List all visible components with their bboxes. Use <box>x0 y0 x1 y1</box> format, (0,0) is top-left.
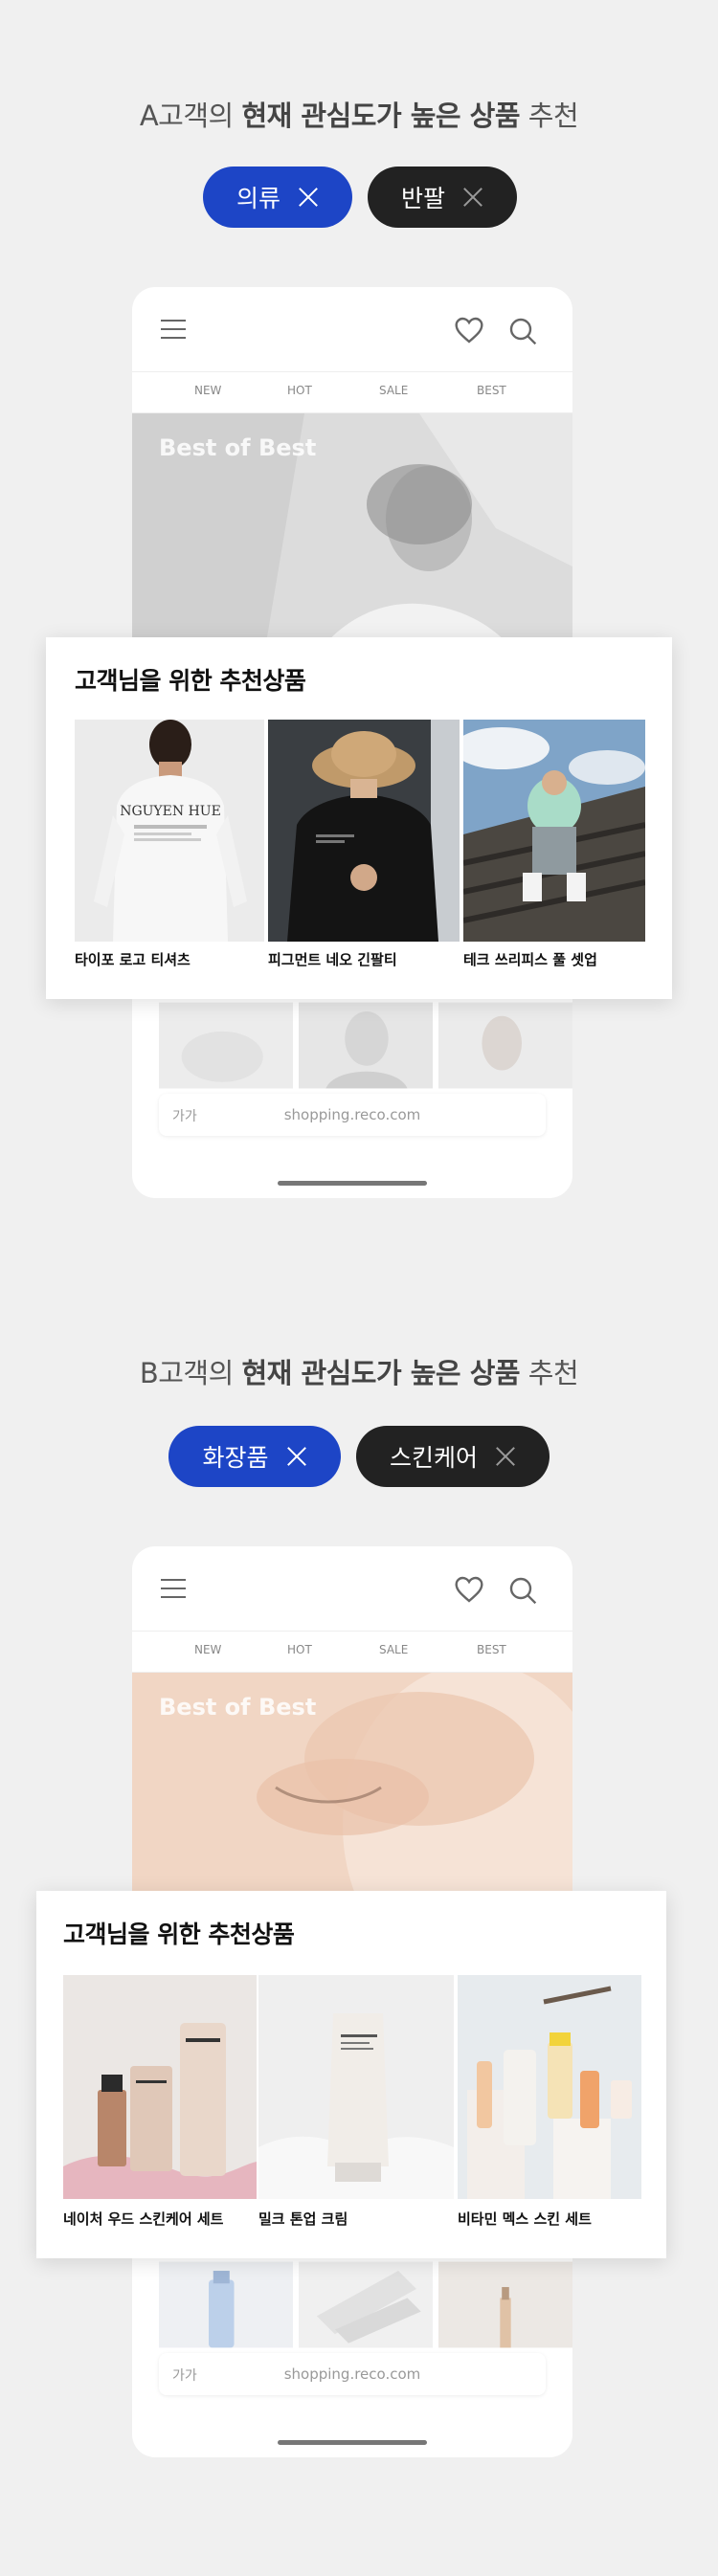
heart-icon[interactable] <box>454 316 484 344</box>
menu-icon[interactable] <box>161 320 186 339</box>
svg-text:NGUYEN HUE: NGUYEN HUE <box>120 804 221 819</box>
filter-chip-short-sleeve[interactable]: 반팔 <box>368 167 517 228</box>
recommendation-title: 고객님을 위한 추천상품 <box>63 1921 295 1948</box>
filter-chip-cosmetics[interactable]: 화장품 <box>168 1426 341 1487</box>
recommendation-title: 고객님을 위한 추천상품 <box>75 667 306 695</box>
browser-address-bar[interactable]: 가가 shopping.reco.com <box>159 2353 546 2395</box>
product-image[interactable] <box>63 1975 257 2199</box>
product-name[interactable]: 타이포 로고 티셔츠 <box>75 949 191 969</box>
app-category-nav: NEW HOT SALE BEST <box>132 1631 572 1673</box>
nav-tab-hot[interactable]: HOT <box>287 1643 312 1656</box>
nav-tab-sale[interactable]: SALE <box>379 1643 408 1656</box>
heart-icon[interactable] <box>454 1575 484 1604</box>
nav-tab-sale[interactable]: SALE <box>379 384 408 397</box>
thumbnail-strip <box>159 1000 572 1091</box>
address-url: shopping.reco.com <box>283 2365 421 2383</box>
browser-address-bar[interactable]: 가가 shopping.reco.com <box>159 1094 546 1136</box>
nav-tab-new[interactable]: NEW <box>194 1643 221 1656</box>
section-headline: B고객의 현재 관심도가 높은 상품 추천 <box>139 1357 579 1389</box>
nav-tab-hot[interactable]: HOT <box>287 384 312 397</box>
search-icon[interactable] <box>507 316 538 346</box>
close-icon[interactable] <box>495 1446 516 1467</box>
home-indicator <box>278 2440 427 2445</box>
section-customer-b: B고객의 현재 관심도가 높은 상품 추천 화장품 스킨케어 NEW HOT S… <box>0 1259 718 2576</box>
nav-tab-best[interactable]: BEST <box>477 384 506 397</box>
filter-chip-skincare[interactable]: 스킨케어 <box>356 1426 550 1487</box>
recommendation-card: 고객님을 위한 추천상품 네이처 우드 스킨케어 세트 밀크 톤업 크림 비타민… <box>36 1891 666 2258</box>
product-card[interactable]: 테크 쓰리피스 풀 셋업 <box>463 720 645 978</box>
thumbnail-image[interactable] <box>438 1000 572 1091</box>
close-icon[interactable] <box>298 187 319 208</box>
product-name[interactable]: 밀크 톤업 크림 <box>258 2209 348 2229</box>
product-image[interactable] <box>463 720 645 942</box>
address-url: shopping.reco.com <box>283 1106 421 1123</box>
thumbnail-image[interactable] <box>438 2259 572 2350</box>
thumbnail-strip <box>159 2259 572 2350</box>
hero-title: Best of Best <box>159 434 317 461</box>
recommendation-card: 고객님을 위한 추천상품 NGUYEN HUE 타이포 로고 티셔츠 피그먼트 … <box>46 637 672 999</box>
product-image[interactable] <box>268 720 460 942</box>
thumbnail-image[interactable] <box>299 1000 433 1091</box>
thumbnail-image[interactable] <box>159 1000 293 1091</box>
app-topbar <box>132 1546 572 1631</box>
product-card[interactable]: 네이처 우드 스킨케어 세트 <box>63 1975 257 2239</box>
product-card[interactable]: NGUYEN HUE 타이포 로고 티셔츠 <box>75 720 264 978</box>
search-icon[interactable] <box>507 1575 538 1606</box>
product-name[interactable]: 테크 쓰리피스 풀 셋업 <box>463 949 597 969</box>
product-image[interactable] <box>458 1975 641 2199</box>
filter-chip-clothing[interactable]: 의류 <box>203 167 352 228</box>
section-customer-a: A고객의 현재 관심도가 높은 상품 추천 의류 반팔 NEW HOT SALE… <box>0 0 718 1244</box>
product-name[interactable]: 피그먼트 네오 긴팔티 <box>268 949 397 969</box>
product-name[interactable]: 비타민 멕스 스킨 세트 <box>458 2209 592 2229</box>
section-headline: A고객의 현재 관심도가 높은 상품 추천 <box>139 100 579 132</box>
app-topbar <box>132 287 572 371</box>
product-image[interactable] <box>258 1975 454 2199</box>
close-icon[interactable] <box>286 1446 307 1467</box>
menu-icon[interactable] <box>161 1579 186 1598</box>
product-image[interactable]: NGUYEN HUE <box>75 720 264 942</box>
thumbnail-image[interactable] <box>159 2259 293 2350</box>
app-category-nav: NEW HOT SALE BEST <box>132 371 572 413</box>
nav-tab-new[interactable]: NEW <box>194 384 221 397</box>
product-card[interactable]: 비타민 멕스 스킨 세트 <box>458 1975 641 2239</box>
product-card[interactable]: 피그먼트 네오 긴팔티 <box>268 720 460 978</box>
thumbnail-image[interactable] <box>299 2259 433 2350</box>
product-name[interactable]: 네이처 우드 스킨케어 세트 <box>63 2209 223 2229</box>
close-icon[interactable] <box>462 187 483 208</box>
home-indicator <box>278 1181 427 1186</box>
hero-title: Best of Best <box>159 1694 317 1721</box>
product-card[interactable]: 밀크 톤업 크림 <box>258 1975 454 2239</box>
nav-tab-best[interactable]: BEST <box>477 1643 506 1656</box>
